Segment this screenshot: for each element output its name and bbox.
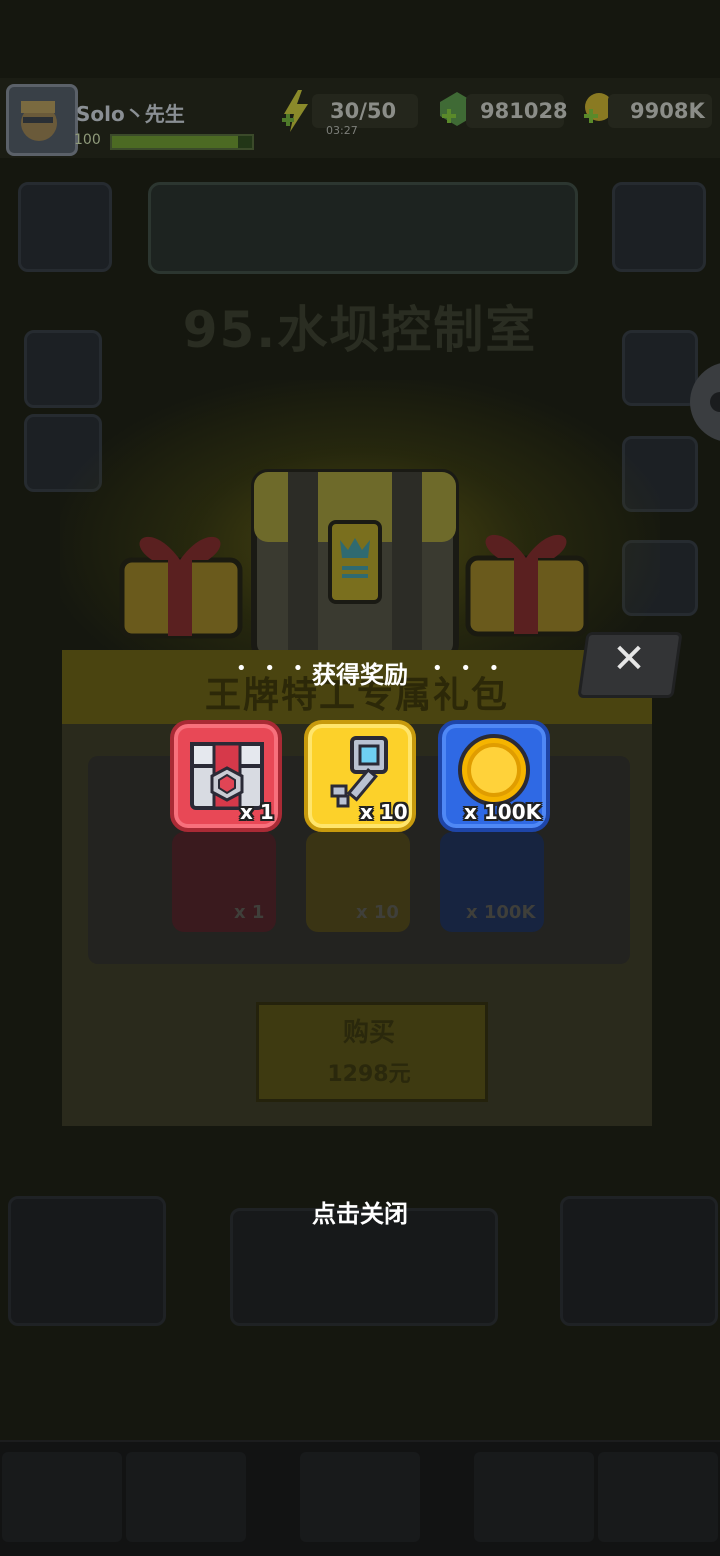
reward-qty: x 100K <box>464 800 542 824</box>
reward-title: 获得奖励 <box>312 661 408 689</box>
reward-qty: x 10 <box>360 800 408 824</box>
reward-qty: x 1 <box>240 800 274 824</box>
tap-to-close[interactable]: 点击关闭 <box>0 1194 720 1229</box>
title-dots-right: • • • <box>432 658 506 679</box>
